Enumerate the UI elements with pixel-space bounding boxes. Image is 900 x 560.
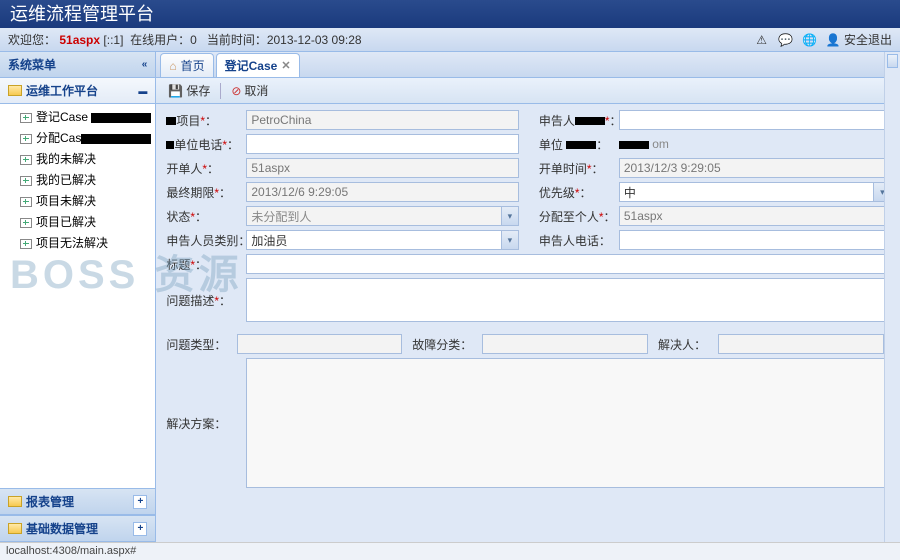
footer-url: localhost:4308/main.aspx#	[0, 542, 900, 560]
app-title: 运维流程管理平台	[0, 0, 900, 28]
fault-class-label: 故障分类：	[412, 336, 482, 353]
sidebar: 系统菜单 « 运维工作平台 ▬ 登记Case 分配Cas 我的未解决 我的已解决…	[0, 52, 156, 542]
nav-my-resolved[interactable]: 我的已解决	[0, 169, 155, 190]
reports-panel-header[interactable]: 报表管理 +	[0, 488, 155, 515]
tab-register-case[interactable]: 登记Case ✕	[216, 53, 300, 77]
fault-class-input	[482, 334, 648, 354]
reporter-input[interactable]	[619, 110, 892, 130]
issue-type-label: 问题类型：	[166, 336, 237, 353]
globe-icon[interactable]: 🌐	[802, 32, 818, 48]
disk-icon: 💾	[168, 84, 183, 98]
home-icon: ⌂	[169, 59, 176, 73]
solution-label: 解决方案：	[166, 415, 246, 432]
nav-assign-case[interactable]: 分配Cas	[0, 127, 155, 148]
user-ip: [::1]	[103, 33, 123, 47]
assignee-input	[619, 206, 892, 226]
basedata-panel-header[interactable]: 基础数据管理 +	[0, 515, 155, 542]
scrollbar[interactable]	[884, 52, 900, 542]
logout-button[interactable]: 👤 安全退出	[826, 31, 892, 48]
workspace-panel-header[interactable]: 运维工作平台 ▬	[0, 78, 155, 104]
basedata-label: 基础数据管理	[26, 520, 98, 537]
sidebar-header[interactable]: 系统菜单 «	[0, 52, 155, 78]
create-time-label: 开单时间*：	[539, 160, 619, 177]
reports-label: 报表管理	[26, 493, 74, 510]
doc-icon	[20, 239, 32, 249]
time-value: 2013-12-03 09:28	[267, 33, 362, 47]
cancel-icon: ⊘	[231, 84, 241, 98]
nav-my-unresolved[interactable]: 我的未解决	[0, 148, 155, 169]
doc-icon	[20, 134, 32, 144]
status-bar: 欢迎您： 51aspx [::1] 在线用户：0 当前时间：2013-12-03…	[0, 28, 900, 52]
reporter-type-select[interactable]: 加油员▾	[246, 230, 519, 250]
title-label: 标题*：	[166, 256, 246, 273]
panel-collapse-icon[interactable]: ▬	[138, 86, 147, 96]
unit-display: om	[619, 137, 892, 151]
folder-icon	[8, 523, 22, 534]
project-input[interactable]	[246, 110, 519, 130]
nav-tree: 登记Case 分配Cas 我的未解决 我的已解决 项目未解决 项目已解决 项目无…	[0, 104, 155, 488]
unit-phone-input[interactable]	[246, 134, 519, 154]
cancel-button[interactable]: ⊘取消	[225, 80, 274, 101]
online-label: 在线用户：	[130, 33, 190, 47]
collapse-icon[interactable]: «	[142, 59, 148, 70]
chevron-down-icon: ▾	[501, 207, 518, 225]
save-button[interactable]: 💾保存	[162, 80, 216, 101]
welcome-label: 欢迎您：	[8, 33, 56, 47]
toolbar: 💾保存 ⊘取消	[156, 78, 900, 104]
nav-proj-cannot-resolve[interactable]: 项目无法解决	[0, 232, 155, 253]
alert-icon[interactable]: ⚠	[754, 32, 770, 48]
unit-phone-label: 单位电话*：	[166, 136, 246, 153]
deadline-input[interactable]	[246, 182, 519, 202]
time-label: 当前时间：	[207, 33, 267, 47]
reporter-type-label: 申告人员类别：	[166, 232, 246, 249]
expand-icon[interactable]: +	[133, 495, 147, 509]
assignee-label: 分配至个人*：	[539, 208, 619, 225]
unit-label: 单位 ：	[539, 136, 619, 153]
chevron-down-icon: ▾	[501, 231, 518, 249]
desc-textarea[interactable]	[246, 278, 891, 322]
title-input[interactable]	[246, 254, 891, 274]
doc-icon	[20, 197, 32, 207]
desc-label: 问题描述*：	[166, 292, 246, 309]
online-count: 0	[190, 33, 197, 47]
reporter-phone-input[interactable]	[619, 230, 892, 250]
resolver-input	[718, 334, 884, 354]
solution-textarea	[246, 358, 891, 488]
current-user: 51aspx	[59, 33, 100, 47]
close-icon[interactable]: ✕	[281, 59, 290, 72]
status-label: 状态*：	[166, 208, 246, 225]
priority-select[interactable]: 中▾	[619, 182, 892, 202]
nav-register-case[interactable]: 登记Case	[0, 106, 155, 127]
status-select: 未分配到人▾	[246, 206, 519, 226]
doc-icon	[20, 176, 32, 186]
folder-icon	[8, 496, 22, 507]
issue-type-input	[237, 334, 402, 354]
create-time-input	[619, 158, 892, 178]
nav-proj-resolved[interactable]: 项目已解决	[0, 211, 155, 232]
doc-icon	[20, 113, 32, 123]
project-label: 项目*：	[166, 112, 246, 129]
expand-icon[interactable]: +	[133, 522, 147, 536]
workspace-root-label: 运维工作平台	[26, 82, 98, 99]
separator	[220, 83, 221, 99]
tab-home[interactable]: ⌂ 首页	[160, 53, 213, 77]
reporter-label: 申告人*：	[539, 112, 619, 129]
creator-input	[246, 158, 519, 178]
sidebar-title: 系统菜单	[8, 56, 56, 73]
deadline-label: 最终期限*：	[166, 184, 246, 201]
form-area: 项目*： 申告人*： 单位电话*： 单位 ： om	[156, 104, 900, 542]
chat-icon[interactable]: 💬	[778, 32, 794, 48]
doc-icon	[20, 218, 32, 228]
priority-label: 优先级*：	[539, 184, 619, 201]
nav-proj-unresolved[interactable]: 项目未解决	[0, 190, 155, 211]
resolver-label: 解决人：	[658, 336, 718, 353]
folder-icon	[8, 85, 22, 96]
creator-label: 开单人*：	[166, 160, 246, 177]
doc-icon	[20, 155, 32, 165]
reporter-phone-label: 申告人电话：	[539, 232, 619, 249]
tab-bar: ⌂ 首页 登记Case ✕	[156, 52, 900, 78]
